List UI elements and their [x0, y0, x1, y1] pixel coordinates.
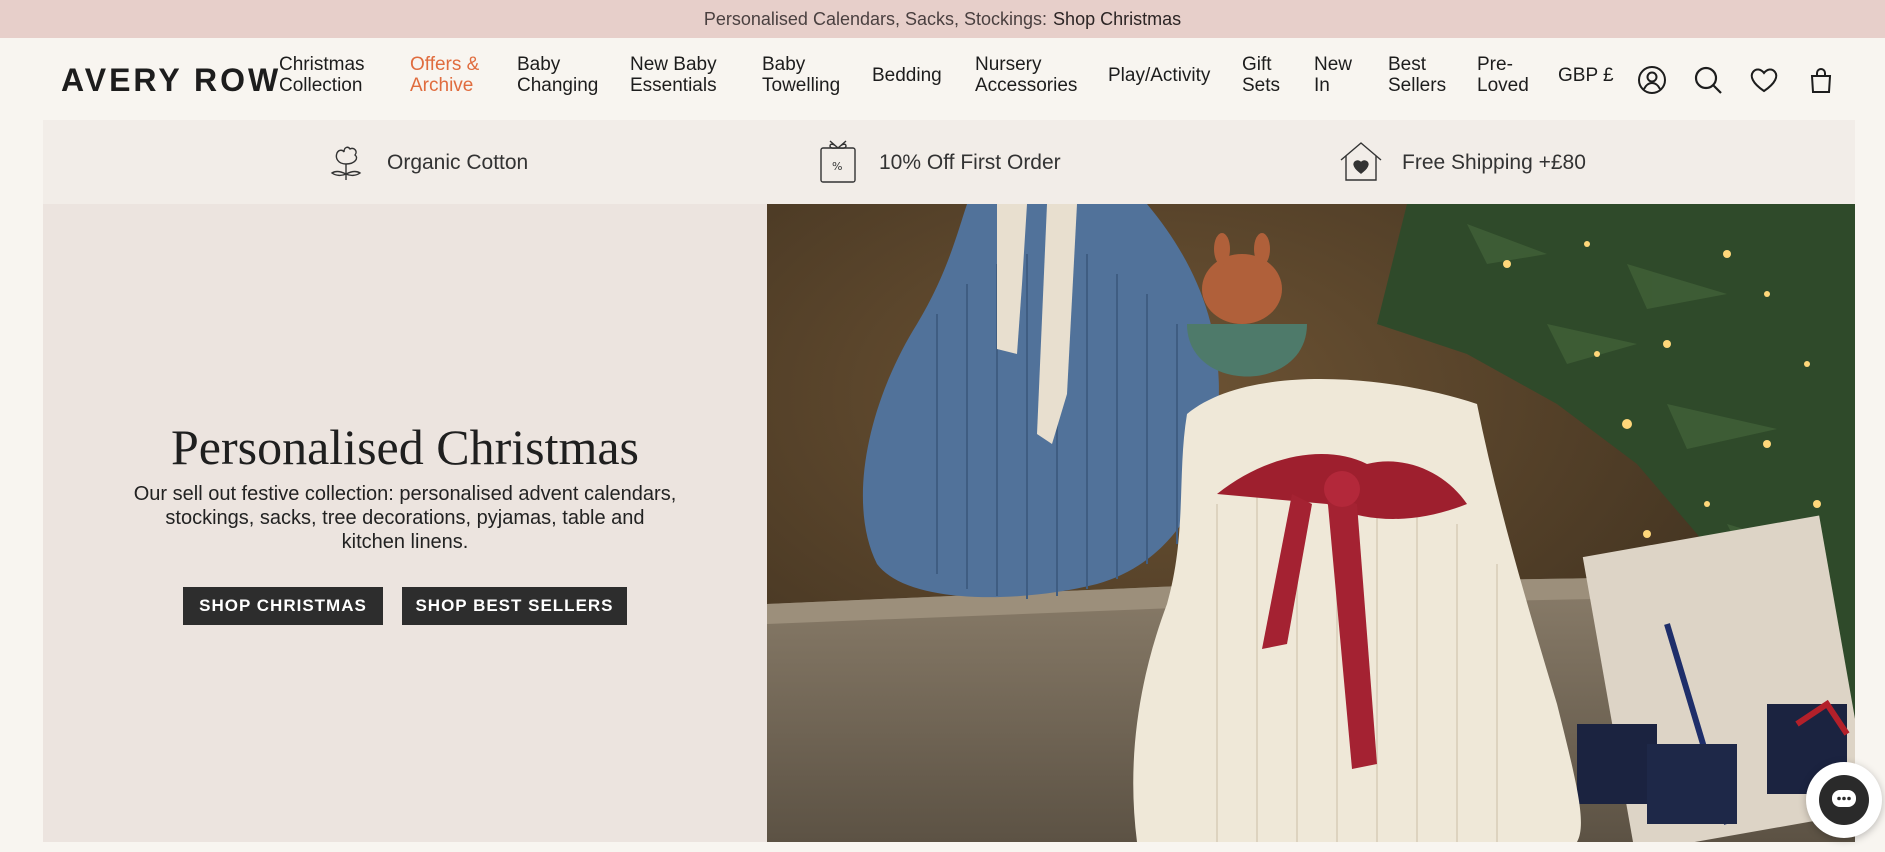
- hero-image: [767, 204, 1855, 842]
- nav-label-line2: Essentials: [630, 75, 717, 96]
- search-icon[interactable]: [1692, 64, 1724, 96]
- chat-icon: [1819, 775, 1869, 825]
- wishlist-heart-icon[interactable]: [1748, 64, 1780, 96]
- nav-new-baby-essentials[interactable]: New Baby Essentials: [630, 54, 717, 96]
- nav-gift-sets[interactable]: Gift Sets: [1242, 54, 1280, 96]
- nav-play-activity[interactable]: Play/Activity: [1108, 65, 1210, 86]
- nav-label-line1: Baby: [517, 54, 561, 75]
- usp-label: 10% Off First Order: [879, 151, 1061, 174]
- nav-label-line2: Loved: [1477, 75, 1529, 96]
- hero-description: Our sell out festive collection: persona…: [133, 483, 677, 553]
- nav-label-line1: Christmas: [279, 54, 365, 75]
- usp-label: Free Shipping +£80: [1402, 151, 1586, 174]
- nav-label-line2: Archive: [410, 75, 474, 96]
- nav-label-line1: Gift: [1242, 54, 1272, 75]
- nav-label-line1: Play/Activity: [1108, 65, 1211, 86]
- site-header: AVERY ROW Christmas Collection Offers & …: [0, 38, 1885, 120]
- nav-nursery-accessories[interactable]: Nursery Accessories: [975, 54, 1077, 96]
- usp-organic-cotton: Organic Cotton: [323, 140, 528, 186]
- nav-label-line2: Towelling: [762, 75, 841, 96]
- usp-first-order-discount: % 10% Off First Order: [815, 138, 1061, 189]
- nav-label-line1: New: [1314, 54, 1353, 75]
- nav-label-line1: Bedding: [872, 65, 942, 86]
- svg-text:%: %: [832, 160, 842, 173]
- shop-best-sellers-button[interactable]: SHOP BEST SELLERS: [402, 587, 627, 625]
- nav-label-line1: Offers &: [410, 54, 480, 75]
- nav-new-in[interactable]: New In: [1314, 54, 1352, 96]
- christmas-sacks-scene: [767, 204, 1855, 842]
- shop-christmas-button[interactable]: SHOP CHRISTMAS: [183, 587, 383, 625]
- usp-label: Organic Cotton: [387, 151, 529, 174]
- nav-label-line1: Pre-: [1477, 54, 1513, 75]
- nav-label-line2: Changing: [517, 75, 599, 96]
- hero-text-panel: Personalised Christmas Our sell out fest…: [43, 204, 767, 842]
- house-heart-icon: [1338, 138, 1384, 189]
- nav-baby-towelling[interactable]: Baby Towelling: [762, 54, 840, 96]
- hero-title: Personalised Christmas: [170, 419, 640, 475]
- nav-bedding[interactable]: Bedding: [872, 65, 942, 86]
- usp-free-shipping: Free Shipping +£80: [1338, 140, 1586, 186]
- site-logo[interactable]: AVERY ROW: [61, 62, 281, 99]
- cart-bag-icon[interactable]: [1805, 64, 1837, 96]
- announcement-bar: Personalised Calendars, Sacks, Stockings…: [0, 0, 1885, 38]
- nav-christmas-collection[interactable]: Christmas Collection: [279, 54, 365, 96]
- chat-widget-button[interactable]: [1806, 762, 1882, 838]
- cotton-flower-icon: [323, 138, 369, 189]
- nav-label-line1: Nursery: [975, 54, 1042, 75]
- nav-offers-archive[interactable]: Offers & Archive: [410, 54, 479, 96]
- nav-label-line2: Collection: [279, 75, 363, 96]
- usp-bar: Organic Cotton % 10% Off First Order Fre…: [43, 120, 1855, 204]
- announcement-link[interactable]: Shop Christmas: [1053, 9, 1181, 30]
- announcement-text: Personalised Calendars, Sacks, Stockings…: [703, 8, 1048, 29]
- nav-label-line1: Baby: [762, 54, 806, 75]
- nav-label-line1: New Baby: [630, 54, 717, 75]
- nav-label-line2: In: [1314, 75, 1330, 96]
- nav-label-line2: Sellers: [1388, 75, 1447, 96]
- nav-best-sellers[interactable]: Best Sellers: [1388, 54, 1446, 96]
- nav-baby-changing[interactable]: Baby Changing: [517, 54, 598, 96]
- nav-label-line2: Accessories: [975, 75, 1078, 96]
- account-icon[interactable]: [1636, 64, 1668, 96]
- nav-label-line1: Best: [1388, 54, 1427, 75]
- nav-pre-loved[interactable]: Pre- Loved: [1477, 54, 1529, 96]
- discount-tag-icon: %: [815, 138, 861, 189]
- currency-selector[interactable]: GBP £: [1558, 65, 1614, 87]
- nav-label-line2: Sets: [1242, 75, 1281, 96]
